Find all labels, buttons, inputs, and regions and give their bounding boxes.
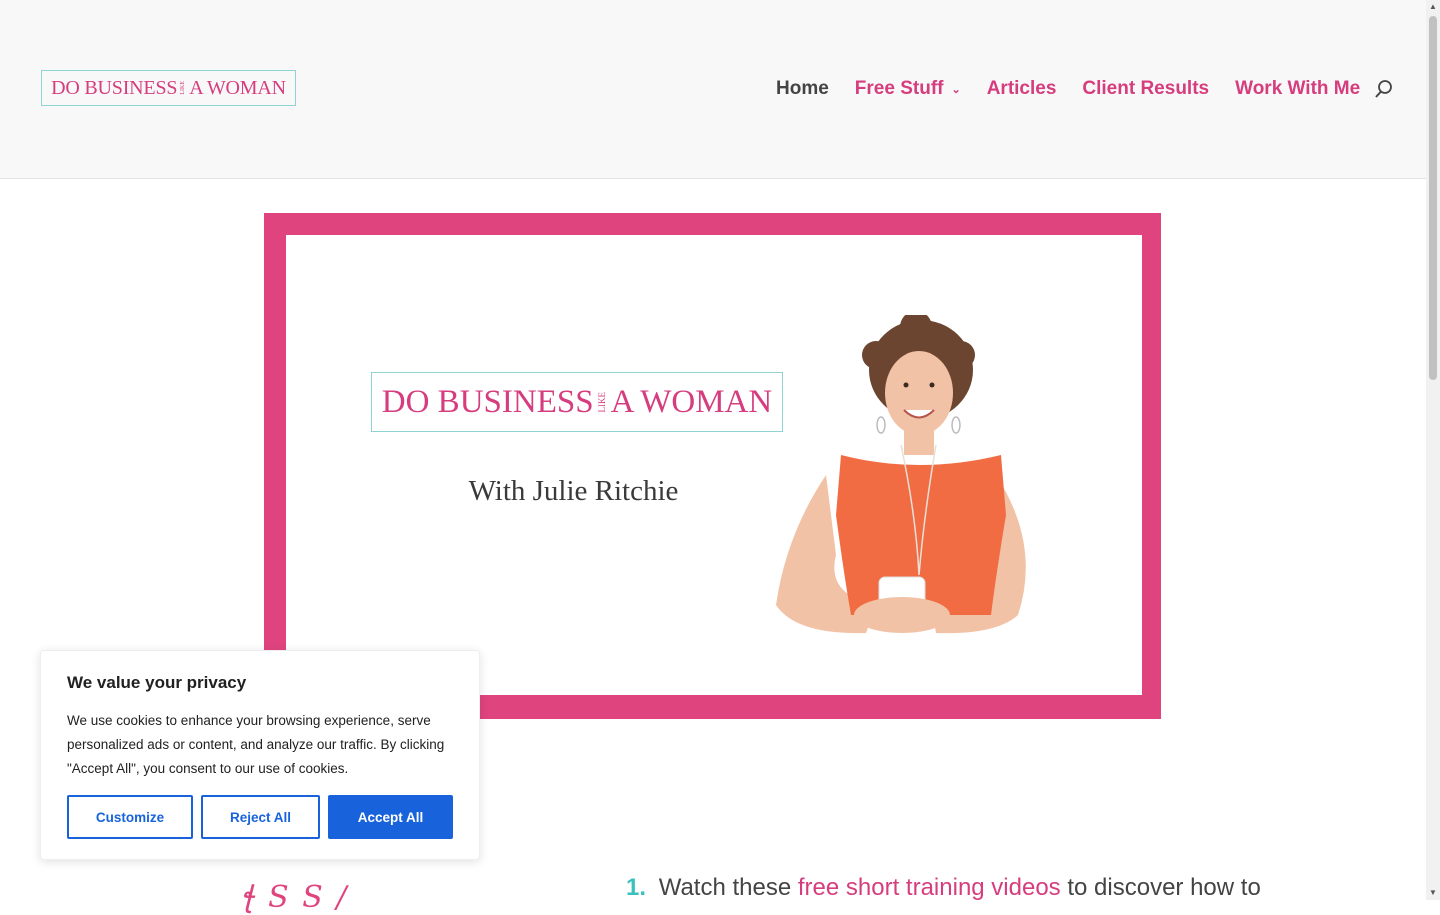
site-header: DO BUSINESS LIKE A WOMAN Home Free Stuff…: [0, 0, 1426, 179]
customize-button[interactable]: Customize: [67, 795, 193, 839]
step-prefix: Watch these: [658, 874, 792, 901]
site-logo[interactable]: DO BUSINESS LIKE A WOMAN: [41, 70, 296, 106]
nav-client-results[interactable]: Client Results: [1082, 78, 1209, 100]
logo-text-left: DO BUSINESS: [51, 76, 178, 99]
nav-free-stuff[interactable]: Free Stuff ⌄: [855, 78, 961, 100]
cookie-description: We use cookies to enhance your browsing …: [67, 713, 445, 776]
page-scrollbar[interactable]: ▲ ▼: [1426, 0, 1440, 900]
hero-tagline: With Julie Ritchie: [468, 475, 679, 507]
nav-client-results-label: Client Results: [1082, 78, 1210, 99]
free-training-videos-link[interactable]: free short training videos: [798, 874, 1061, 901]
search-icon[interactable]: [1374, 79, 1394, 99]
cookie-title: We value your privacy: [67, 673, 247, 692]
logo-text-right: A WOMAN: [189, 76, 286, 99]
accept-all-button[interactable]: Accept All: [328, 795, 453, 839]
hero-banner: DO BUSINESS LIKE A WOMAN With Julie Ritc…: [264, 213, 1161, 719]
step-suffix: to discover how to: [1067, 874, 1261, 901]
nav-work-with-me[interactable]: Work With Me: [1235, 78, 1360, 100]
nav-free-stuff-label: Free Stuff: [854, 78, 944, 99]
nav-articles-label: Articles: [986, 78, 1057, 99]
cookie-consent-dialog: We value your privacy We use cookies to …: [40, 650, 480, 860]
logo-text-small: LIKE: [180, 81, 187, 95]
reject-all-button[interactable]: Reject All: [201, 795, 320, 839]
hero-logo-left: DO BUSINESS: [381, 383, 594, 420]
nav-home-label: Home: [776, 78, 829, 99]
hero-logo: DO BUSINESS LIKE A WOMAN: [371, 372, 783, 432]
main-nav: Home Free Stuff ⌄ Articles Client Result…: [776, 76, 1386, 102]
nav-home[interactable]: Home: [776, 78, 829, 100]
chevron-down-icon: ⌄: [951, 83, 961, 96]
script-decoration: ꞎ S S /: [240, 880, 349, 915]
hero-inner-panel: DO BUSINESS LIKE A WOMAN With Julie Ritc…: [286, 235, 1142, 695]
hero-logo-right: A WOMAN: [610, 383, 773, 420]
portrait-photo: [776, 315, 1026, 634]
step-1-text: 1. Watch these free short training video…: [626, 874, 1261, 902]
scrollbar-thumb[interactable]: [1429, 16, 1437, 380]
hero-logo-small: LIKE: [596, 391, 607, 413]
scroll-up-icon[interactable]: ▲: [1426, 0, 1440, 14]
step-number: 1.: [626, 874, 647, 901]
scroll-down-icon[interactable]: ▼: [1426, 886, 1440, 900]
nav-articles[interactable]: Articles: [987, 78, 1057, 100]
nav-work-with-me-label: Work With Me: [1235, 78, 1361, 99]
